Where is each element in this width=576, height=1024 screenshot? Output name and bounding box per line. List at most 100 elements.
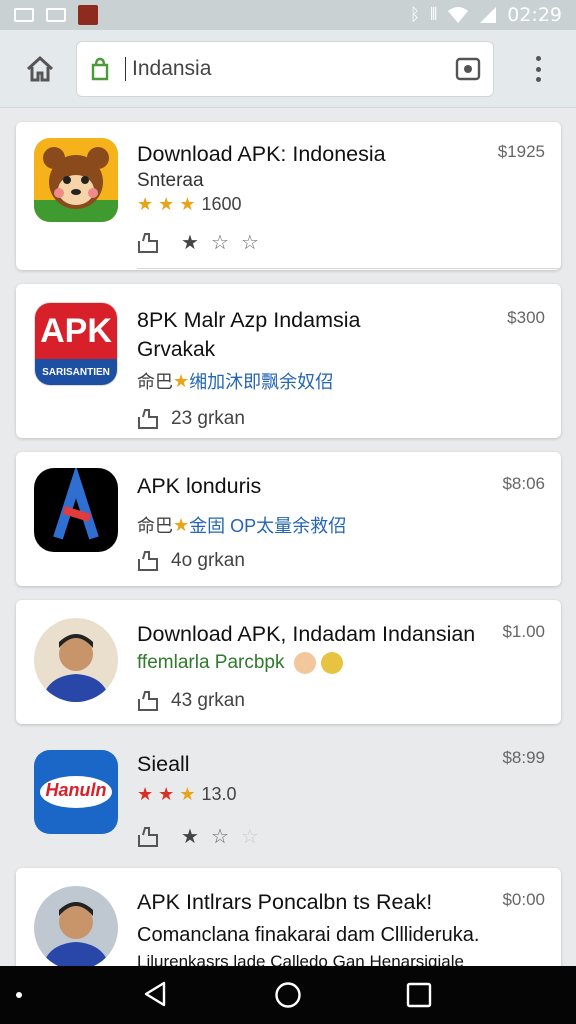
smile-emoji-icon <box>293 652 316 674</box>
action-row: 4o grkan <box>137 550 245 572</box>
result-card[interactable]: APK SARISANTIEN 8PK Malr Azp Indamsia $3… <box>16 284 561 438</box>
result-title[interactable]: Download APK, Indadam Indansian <box>137 622 475 647</box>
star-outline-icon[interactable]: ☆ <box>211 824 229 849</box>
result-price: $1.00 <box>502 622 545 641</box>
star-icon[interactable]: ★ <box>181 824 199 849</box>
result-title[interactable]: APK Intlrars Poncalbn ts Reak! <box>137 890 432 915</box>
result-title[interactable]: 8PK Malr Azp Indamsia <box>137 308 360 333</box>
soda-logo-icon: Hanuln <box>34 750 118 834</box>
star-icon: ★ <box>158 784 175 804</box>
star-icon: ★ <box>173 514 190 535</box>
action-row: 23 grkan <box>137 408 245 430</box>
action-row: ★ ☆ ☆ <box>137 230 259 255</box>
rating-count: 13.0 <box>201 784 237 804</box>
star-outline-icon[interactable]: ☆ <box>241 824 259 849</box>
star-icon: ★ <box>137 194 154 214</box>
divider <box>137 268 561 269</box>
meta-text: 金固 OP太量余救佋 <box>189 516 347 536</box>
results-list[interactable]: Download APK: Indonesia $1925 Snteraa ★ … <box>0 108 576 966</box>
result-card[interactable]: Download APK, Indadam Indansian $1.00 ff… <box>16 600 561 724</box>
apk-logo-sublabel: SARISANTIEN <box>35 359 117 385</box>
url-bar[interactable]: Indansia <box>76 41 494 97</box>
more-vert-icon <box>535 56 541 61</box>
star-outline-icon[interactable]: ☆ <box>241 230 259 255</box>
result-title[interactable]: APK londuris <box>137 474 261 499</box>
result-price: $1925 <box>497 142 545 161</box>
status-bar: ᛒ ⫴ 02:29 <box>0 0 576 30</box>
like-icon[interactable] <box>137 232 159 254</box>
image-icon <box>14 8 34 22</box>
person-avatar-icon <box>34 618 118 702</box>
a-logo-icon <box>34 468 118 552</box>
result-subtitle: Grvakak <box>137 338 216 361</box>
rating-stars: ★ ★ ★ <box>137 194 195 215</box>
rating-stars: ★ ★ ★ <box>137 784 195 805</box>
star-icon[interactable]: ★ <box>181 230 199 255</box>
recents-icon[interactable] <box>406 982 432 1008</box>
like-icon[interactable] <box>137 690 159 712</box>
app-icon <box>78 5 98 25</box>
home-button[interactable] <box>0 30 80 108</box>
like-icon[interactable] <box>137 550 159 572</box>
wifi-icon <box>448 7 469 23</box>
result-subtitle: Comanclana finakarai dam Clllideruka. <box>137 924 480 946</box>
photo-icon <box>46 8 66 22</box>
soda-logo-label: Hanuln <box>45 780 107 800</box>
result-price: $8:06 <box>502 474 545 493</box>
rating: ★ ★ ★ 1600 <box>137 194 242 215</box>
result-card[interactable]: APK Intlrars Poncalbn ts Reak! $0:00 Com… <box>16 868 561 966</box>
action-text: 4o grkan <box>171 550 245 571</box>
result-subtitle: Snteraa <box>137 170 204 191</box>
dot-icon <box>16 992 22 998</box>
vibrate-icon: ⫴ <box>430 5 438 25</box>
star-icon: ★ <box>179 784 196 804</box>
star-outline-icon[interactable]: ☆ <box>211 230 229 255</box>
more-menu-button[interactable] <box>518 52 558 86</box>
bear-face-icon <box>34 138 118 222</box>
meta-prefix: 命巴 <box>137 372 173 392</box>
action-text: 43 grkan <box>171 690 245 711</box>
rating-count: 1600 <box>201 194 242 214</box>
result-title[interactable]: Sieall <box>137 752 190 777</box>
more-vert-icon <box>535 77 541 82</box>
action-row: 43 grkan <box>137 690 245 712</box>
person-avatar-icon <box>34 886 118 966</box>
url-text[interactable]: Indansia <box>125 57 211 81</box>
star-icon: ★ <box>158 194 175 214</box>
result-card[interactable]: APK londuris $8:06 命巴 ★ 金固 OP太量余救佋 4o grk… <box>16 452 561 586</box>
apk-logo-icon: APK SARISANTIEN <box>34 302 118 386</box>
like-icon[interactable] <box>137 408 159 430</box>
more-vert-icon <box>535 66 541 72</box>
result-subtitle-2: Lilurenkasrs lade Calledo Gan Henarsigia… <box>137 952 464 966</box>
star-icon: ★ <box>173 370 190 391</box>
home-circle-icon[interactable] <box>274 981 302 1009</box>
result-row[interactable]: Hanuln Sieall $8:99 ★ ★ ★ 13.0 ★ ☆ ☆ <box>16 742 561 862</box>
signal-icon <box>480 7 497 23</box>
meta-prefix: 命巴 <box>137 516 173 536</box>
sad-emoji-icon <box>321 652 344 674</box>
back-icon[interactable] <box>142 980 168 1008</box>
result-title[interactable]: Download APK: Indonesia <box>137 142 386 167</box>
meta-text: 缃加沐即飘余奴佋 <box>189 372 334 392</box>
browser-toolbar: Indansia <box>0 30 576 108</box>
home-icon <box>26 55 54 81</box>
result-meta: 命巴 ★ 金固 OP太量余救佋 <box>137 512 346 538</box>
apk-logo-label: APK <box>35 303 117 359</box>
result-price: $0:00 <box>502 890 545 909</box>
result-price: $8:99 <box>502 748 545 767</box>
result-price: $300 <box>507 308 545 327</box>
action-text: 23 grkan <box>171 408 245 429</box>
navigation-bar <box>0 966 576 1024</box>
camera-icon[interactable] <box>455 57 481 81</box>
page-icon <box>91 57 109 81</box>
subtitle-text: ffemlarla Parcbpk <box>137 652 285 674</box>
result-card[interactable]: Download APK: Indonesia $1925 Snteraa ★ … <box>16 122 561 270</box>
star-icon: ★ <box>137 784 154 804</box>
clock: 02:29 <box>507 4 562 26</box>
result-meta: 命巴 ★ 缃加沐即飘余奴佋 <box>137 368 333 394</box>
result-subtitle: ffemlarla Parcbpk <box>137 652 344 674</box>
bluetooth-icon: ᛒ <box>409 5 421 25</box>
action-row: ★ ☆ ☆ <box>137 824 259 849</box>
like-icon[interactable] <box>137 826 159 848</box>
rating: ★ ★ ★ 13.0 <box>137 784 237 805</box>
